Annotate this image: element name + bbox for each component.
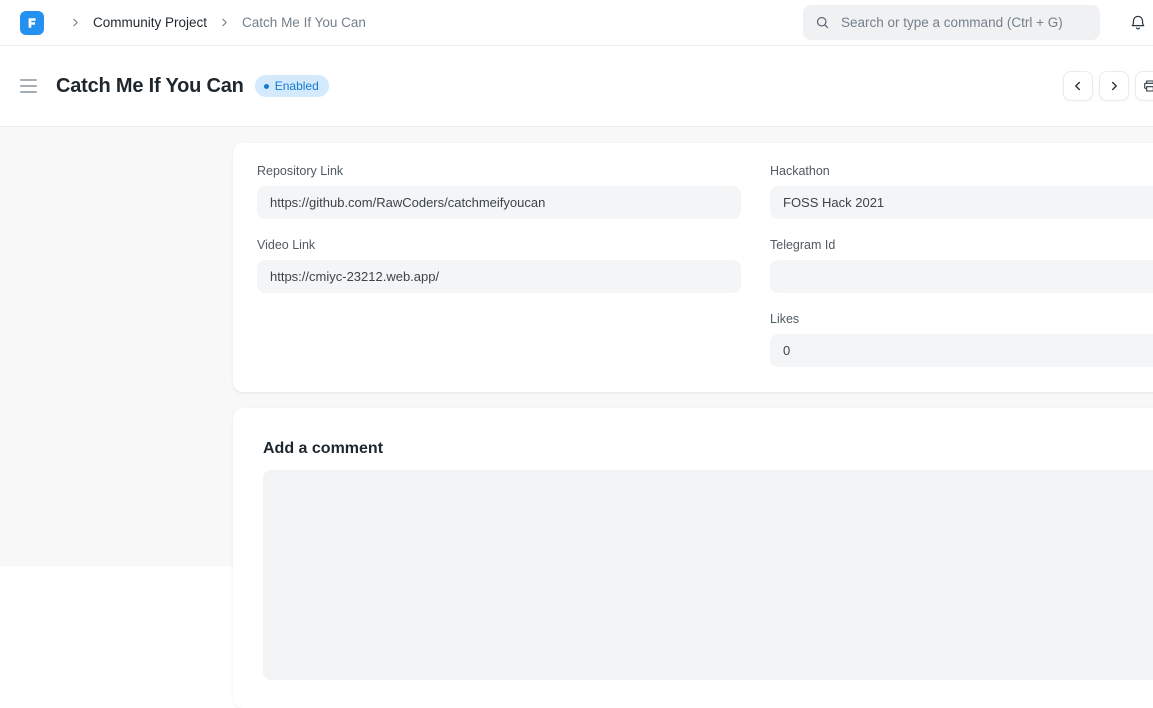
next-document-button[interactable] [1099,71,1129,101]
print-button[interactable] [1135,71,1153,101]
breadcrumb-item-current[interactable]: Catch Me If You Can [242,15,366,30]
comment-input[interactable] [263,470,1153,680]
page-head-actions [1063,71,1153,101]
chevron-right-icon [69,16,82,29]
field-likes: Likes [770,312,1153,367]
repository-link-label: Repository Link [257,164,741,178]
add-comment-heading: Add a comment [263,440,1153,458]
likes-input[interactable] [770,334,1153,367]
printer-icon [1142,78,1153,94]
bell-icon [1129,13,1147,32]
search-input[interactable] [839,14,1079,31]
navbar-left: Community Project Catch Me If You Can [20,11,366,35]
breadcrumb: Community Project Catch Me If You Can [58,15,366,30]
status-badge-label: Enabled [275,79,319,93]
content-area: Repository Link Video Link Hackathon Tel… [0,127,1153,566]
form-grid: Repository Link Video Link Hackathon Tel… [257,164,1153,386]
page-title: Catch Me If You Can [56,75,244,98]
global-search[interactable] [803,5,1100,40]
hamburger-icon [20,79,37,81]
likes-label: Likes [770,312,1153,326]
field-telegram-id: Telegram Id [770,238,1153,293]
status-dot-icon [264,84,269,89]
sidebar-toggle-button[interactable] [20,79,37,93]
field-repository-link: Repository Link [257,164,741,219]
comments-card: Add a comment [233,408,1153,708]
page-head: Catch Me If You Can Enabled [0,46,1153,127]
top-navbar: Community Project Catch Me If You Can [0,0,1153,46]
chevron-right-icon [1107,79,1121,93]
search-icon [815,15,830,30]
chevron-left-icon [1071,79,1085,93]
status-badge: Enabled [255,75,329,97]
telegram-id-input[interactable] [770,260,1153,293]
frappe-logo-glyph [24,15,40,31]
telegram-id-label: Telegram Id [770,238,1153,252]
breadcrumb-item-community-project[interactable]: Community Project [93,15,207,30]
form-column-right: Hackathon Telegram Id Likes [770,164,1153,386]
video-link-label: Video Link [257,238,741,252]
navbar-right [803,5,1151,40]
hamburger-icon [20,91,37,93]
previous-document-button[interactable] [1063,71,1093,101]
notifications-button[interactable] [1125,8,1151,38]
field-video-link: Video Link [257,238,741,293]
chevron-right-icon [218,16,231,29]
field-hackathon: Hackathon [770,164,1153,219]
hackathon-input[interactable] [770,186,1153,219]
hackathon-label: Hackathon [770,164,1153,178]
details-card: Repository Link Video Link Hackathon Tel… [233,143,1153,392]
video-link-input[interactable] [257,260,741,293]
form-column-left: Repository Link Video Link [257,164,741,386]
repository-link-input[interactable] [257,186,741,219]
frappe-logo[interactable] [20,11,44,35]
hamburger-icon [20,85,37,87]
